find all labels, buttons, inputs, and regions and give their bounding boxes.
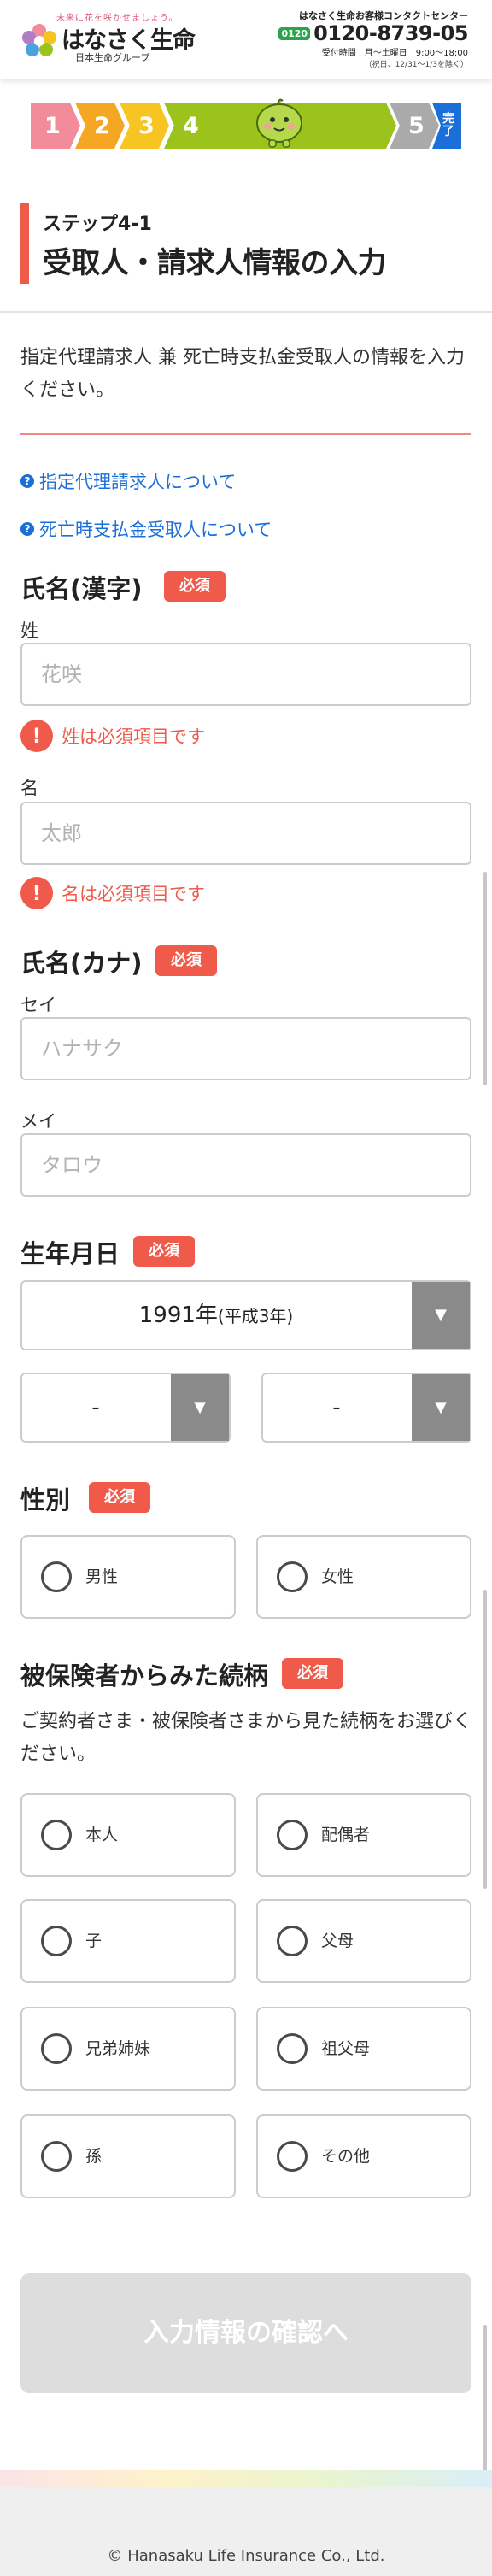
first-name-error: ! 名は必須項目です [20, 877, 205, 909]
relationship-option-label: その他 [321, 2147, 371, 2166]
chevron-down-icon[interactable]: ▼ [412, 1282, 470, 1349]
phone-number-block[interactable]: 0120 0120-8739-05 [278, 21, 468, 45]
relationship-option-grandparent[interactable]: 祖父母 [256, 2007, 472, 2091]
relationship-heading: 被保険者からみた続柄 [20, 1661, 269, 1691]
gender-option-label: 女性 [321, 1567, 354, 1586]
radio-button[interactable] [41, 2033, 72, 2064]
birth-year-text: 1991年 [138, 1303, 218, 1328]
last-name-label: 姓 [20, 620, 38, 641]
radio-button[interactable] [277, 1926, 308, 1956]
relationship-option-label: 兄弟姉妹 [85, 2039, 151, 2058]
mascot-icon [256, 98, 302, 148]
site-header: 未来に花を咲かせましょう。 はなさく生命 日本生命グループ はなさく生命お客様コ… [0, 0, 492, 79]
radio-button[interactable] [41, 1820, 72, 1850]
birth-day-value: - [332, 1395, 341, 1420]
title-accent-bar [20, 203, 29, 284]
relationship-option-other[interactable]: その他 [256, 2114, 472, 2198]
question-icon: ? [20, 522, 34, 536]
relationship-option-parent[interactable]: 父母 [256, 1899, 472, 1983]
required-badge: 必須 [133, 1236, 195, 1267]
relationship-option-label: 孫 [85, 2147, 102, 2166]
radio-button[interactable] [277, 2141, 308, 2172]
relationship-option-label: 配偶者 [321, 1826, 371, 1844]
radio-button[interactable] [41, 1561, 72, 1592]
name-kana-heading: 氏名(カナ) [20, 949, 143, 978]
group-name: 日本生命グループ [75, 52, 150, 63]
confirm-input-button[interactable]: 入力情報の確認へ [20, 2273, 472, 2393]
birth-month-value: - [91, 1395, 100, 1420]
gender-heading: 性別 [20, 1485, 71, 1514]
last-name-error: ! 姓は必須項目です [20, 720, 205, 752]
step-subtitle: ステップ4-1 [43, 214, 152, 235]
birth-year-era: (平成3年) [217, 1306, 294, 1326]
radio-button[interactable] [41, 2141, 72, 2172]
intro-text: 指定代理請求人 兼 死亡時支払金受取人の情報を入力ください。 [20, 347, 465, 401]
step-5: 5 [390, 103, 439, 149]
relationship-option-self[interactable]: 本人 [20, 1793, 236, 1877]
required-badge: 必須 [89, 1482, 150, 1513]
beneficiary-help-link-label[interactable]: 死亡時支払金受取人について [39, 516, 272, 542]
radio-button[interactable] [277, 2033, 308, 2064]
gender-option-male[interactable]: 男性 [20, 1535, 236, 1619]
first-name-kanji-input[interactable]: 太郎 [20, 802, 472, 865]
freedial-icon: 0120 [278, 26, 311, 40]
copyright: © Hanasaku Life Insurance Co., Ltd. [107, 2547, 385, 2565]
section-divider [20, 433, 472, 435]
radio-button[interactable] [41, 1926, 72, 1956]
last-name-error-text: 姓は必須項目です [62, 726, 205, 747]
birthdate-heading: 生年月日 [20, 1239, 120, 1268]
required-badge: 必須 [282, 1658, 343, 1689]
birth-day-select[interactable]: - ▼ [261, 1373, 472, 1443]
page-title: 受取人・請求人情報の入力 [43, 246, 387, 280]
footer-decoration [0, 2470, 492, 2487]
last-name-kana-input[interactable]: ハナサク [20, 1017, 472, 1080]
phone-number[interactable]: 0120-8739-05 [313, 21, 468, 45]
required-badge: 必須 [164, 571, 226, 602]
relationship-option-sibling[interactable]: 兄弟姉妹 [20, 2007, 236, 2091]
relationship-option-spouse[interactable]: 配偶者 [256, 1793, 472, 1877]
last-name-kana-label: セイ [20, 995, 56, 1015]
birth-year-value: 1991年(平成3年) [22, 1282, 410, 1349]
flower-logo-icon [22, 24, 56, 56]
step-1: 1 [31, 103, 80, 149]
gender-option-female[interactable]: 女性 [256, 1535, 472, 1619]
agent-help-link-label[interactable]: 指定代理請求人について [39, 468, 236, 494]
step-2: 2 [75, 103, 125, 149]
agent-help-link[interactable]: ? 指定代理請求人について [20, 468, 236, 494]
relationship-option-grandchild[interactable]: 孫 [20, 2114, 236, 2198]
divider [0, 311, 492, 313]
contact-center-title: はなさく生命お客様コンタクトセンター [299, 10, 468, 21]
radio-button[interactable] [277, 1820, 308, 1850]
birth-month-select[interactable]: - ▼ [20, 1373, 231, 1443]
step-3: 3 [120, 103, 169, 149]
business-hours: 受付時間 月～土曜日 9:00～18:00 [321, 49, 468, 58]
first-name-kana-label: メイ [20, 1111, 56, 1132]
name-kanji-heading: 氏名(漢字) [20, 574, 143, 603]
first-name-label: 名 [20, 778, 38, 798]
progress-steps: 1 2 3 4 5 完了 [31, 98, 461, 149]
relationship-description: ご契約者さま・被保険者さまから見た続柄をお選びください。 [20, 1711, 472, 1765]
required-badge: 必須 [155, 945, 217, 976]
relationship-option-label: 本人 [85, 1826, 119, 1844]
error-icon: ! [20, 877, 53, 909]
radio-button[interactable] [277, 1561, 308, 1592]
question-icon: ? [20, 474, 34, 488]
chevron-down-icon[interactable]: ▼ [412, 1374, 470, 1441]
birth-year-select[interactable]: 1991年(平成3年) ▼ [20, 1280, 472, 1350]
scrollbar[interactable] [483, 1590, 487, 1889]
relationship-option-label: 父母 [321, 1932, 354, 1950]
gender-option-label: 男性 [85, 1567, 119, 1586]
beneficiary-help-link[interactable]: ? 死亡時支払金受取人について [20, 516, 272, 542]
first-name-error-text: 名は必須項目です [62, 884, 205, 904]
chevron-down-icon[interactable]: ▼ [171, 1374, 229, 1441]
error-icon: ! [20, 720, 53, 752]
last-name-kanji-input[interactable]: 花咲 [20, 643, 472, 706]
first-name-kana-input[interactable]: タロウ [20, 1133, 472, 1197]
relationship-option-label: 祖父母 [321, 2039, 371, 2058]
relationship-option-child[interactable]: 子 [20, 1899, 236, 1983]
scrollbar[interactable] [483, 872, 487, 1085]
relationship-option-label: 子 [85, 1932, 102, 1950]
business-hours-note: （祝日、12/31～1/3を除く） [364, 61, 468, 69]
